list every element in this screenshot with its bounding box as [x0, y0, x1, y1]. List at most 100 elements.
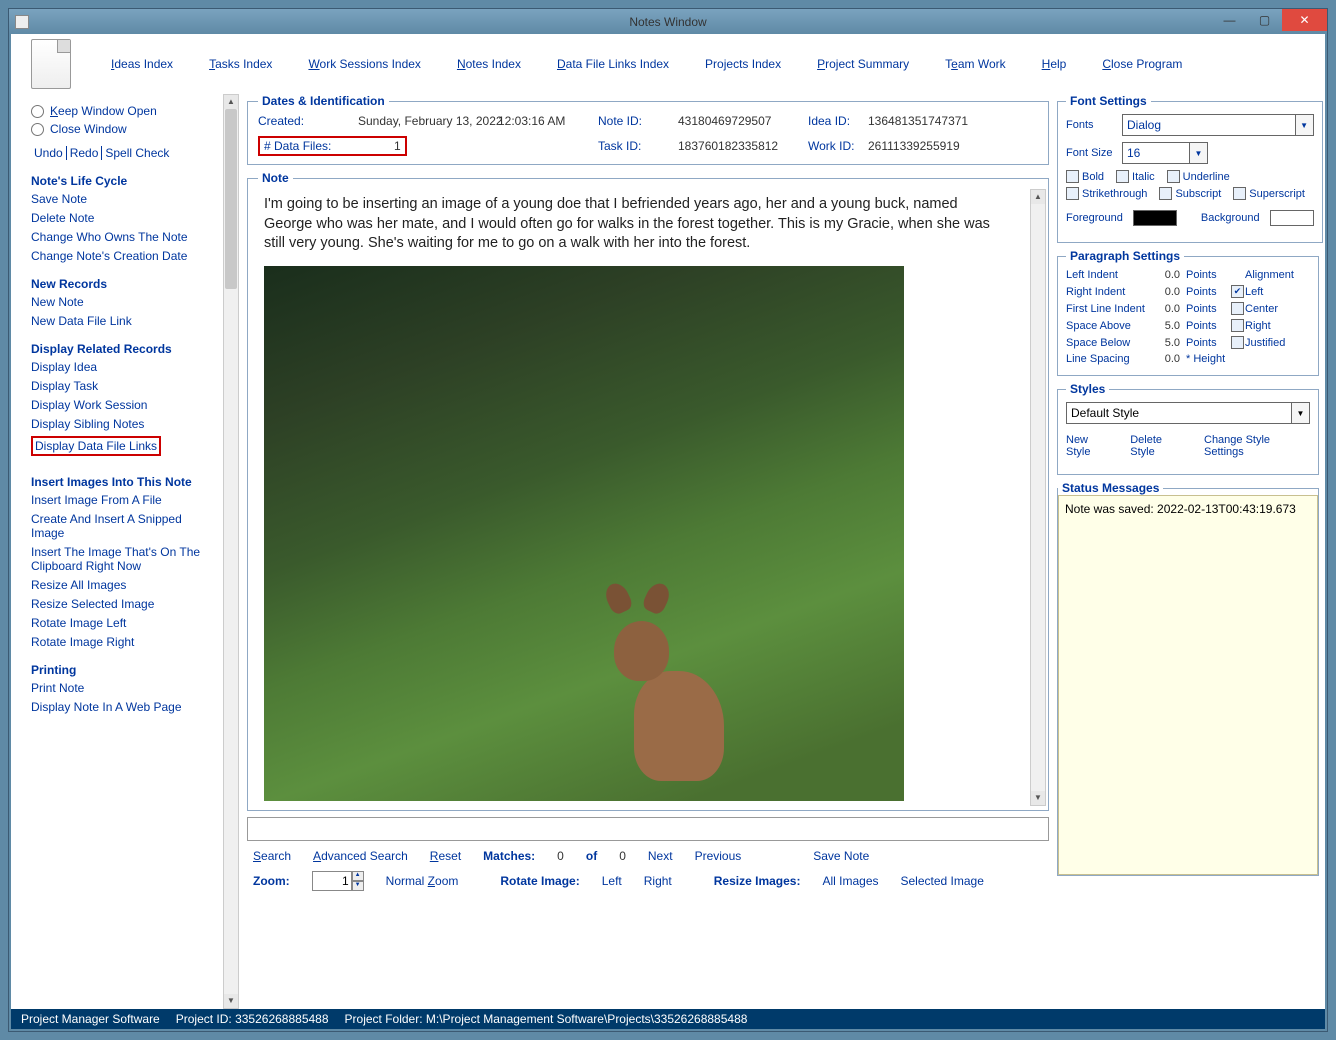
change-owner-link[interactable]: Change Who Owns The Note — [31, 230, 217, 244]
menu-project-summary[interactable]: Project Summary — [817, 57, 909, 71]
styles-combo[interactable]: Default Style▼ — [1066, 402, 1310, 424]
idea-id-label: Idea ID: — [808, 114, 868, 128]
styles-fieldset: Styles Default Style▼ New Style Delete S… — [1057, 382, 1319, 475]
save-note-link[interactable]: Save Note — [31, 192, 217, 206]
created-time: 12:03:16 AM — [498, 114, 598, 128]
note-image[interactable] — [264, 266, 904, 801]
display-task-link[interactable]: Display Task — [31, 379, 217, 393]
foreground-label: Foreground — [1066, 212, 1123, 224]
background-label: Background — [1201, 212, 1260, 224]
search-input[interactable] — [247, 817, 1049, 841]
app-name: Project Manager Software — [21, 1012, 160, 1026]
new-data-file-link[interactable]: New Data File Link — [31, 314, 217, 328]
subscript-checkbox[interactable] — [1159, 187, 1172, 200]
zoom-input[interactable] — [312, 871, 352, 891]
advanced-search-link[interactable]: Advanced Search — [313, 849, 408, 863]
close-window-radio[interactable] — [31, 123, 44, 136]
normal-zoom-link[interactable]: Normal Zoom — [386, 874, 459, 888]
menu-team-work[interactable]: Team Work — [945, 57, 1005, 71]
menu-ideas-index[interactable]: Ideas Index — [111, 57, 173, 71]
rotate-left-link[interactable]: Rotate Image Left — [31, 616, 217, 630]
task-id-value: 183760182335812 — [678, 139, 808, 153]
menubar: Ideas Index Tasks Index Work Sessions In… — [11, 34, 1325, 94]
menu-projects-index[interactable]: Projects Index — [705, 57, 781, 71]
undo-link[interactable]: Undo — [31, 146, 67, 160]
zoom-down-icon[interactable]: ▼ — [352, 881, 364, 891]
chevron-down-icon[interactable]: ▼ — [1291, 403, 1309, 423]
align-justified-checkbox[interactable] — [1231, 336, 1244, 349]
align-right-checkbox[interactable] — [1231, 319, 1244, 332]
insert-snipped-link[interactable]: Create And Insert A Snipped Image — [31, 512, 217, 540]
display-sibling-notes-link[interactable]: Display Sibling Notes — [31, 417, 217, 431]
menu-work-sessions-index[interactable]: Work Sessions Index — [308, 57, 421, 71]
new-note-link[interactable]: New Note — [31, 295, 217, 309]
search-link[interactable]: Search — [253, 849, 291, 863]
print-note-link[interactable]: Print Note — [31, 681, 217, 695]
chevron-down-icon[interactable]: ▼ — [1189, 143, 1207, 163]
align-left-checkbox[interactable]: ✔ — [1231, 285, 1244, 298]
foreground-swatch[interactable] — [1133, 210, 1177, 226]
font-size-combo[interactable]: 16▼ — [1122, 142, 1208, 164]
rotate-right-link[interactable]: Rotate Image Right — [31, 635, 217, 649]
main-panel: Dates & Identification Created: Sunday, … — [239, 94, 1057, 1009]
display-web-link[interactable]: Display Note In A Web Page — [31, 700, 217, 714]
display-work-session-link[interactable]: Display Work Session — [31, 398, 217, 412]
display-data-file-links-link[interactable]: Display Data File Links — [35, 439, 157, 453]
resize-selected-link[interactable]: Resize Selected Image — [31, 597, 217, 611]
italic-checkbox[interactable] — [1116, 170, 1129, 183]
keep-window-open-radio[interactable] — [31, 105, 44, 118]
delete-style-link[interactable]: Delete Style — [1130, 434, 1188, 458]
note-text[interactable]: I'm going to be inserting an image of a … — [258, 191, 1038, 258]
display-idea-link[interactable]: Display Idea — [31, 360, 217, 374]
zoom-up-icon[interactable]: ▲ — [352, 871, 364, 881]
background-swatch[interactable] — [1270, 210, 1314, 226]
close-window-label[interactable]: Close Window — [50, 122, 127, 136]
display-related-heading: Display Related Records — [31, 342, 217, 356]
rotate-left-btn[interactable]: Left — [602, 874, 622, 888]
scroll-down-icon[interactable]: ▼ — [224, 994, 238, 1008]
resize-all-link[interactable]: Resize All Images — [31, 578, 217, 592]
menu-notes-index[interactable]: Notes Index — [457, 57, 521, 71]
menu-help[interactable]: Help — [1042, 57, 1067, 71]
scroll-up-icon[interactable]: ▲ — [224, 95, 238, 109]
fonts-combo[interactable]: Dialog▼ — [1122, 114, 1314, 136]
bold-checkbox[interactable] — [1066, 170, 1079, 183]
strike-checkbox[interactable] — [1066, 187, 1079, 200]
superscript-checkbox[interactable] — [1233, 187, 1246, 200]
new-records-heading: New Records — [31, 277, 217, 291]
close-button[interactable]: ✕ — [1282, 9, 1327, 31]
change-date-link[interactable]: Change Note's Creation Date — [31, 249, 217, 263]
maximize-button[interactable]: ▢ — [1247, 9, 1282, 31]
underline-checkbox[interactable] — [1167, 170, 1180, 183]
note-scrollbar[interactable]: ▲ ▼ — [1030, 189, 1046, 806]
align-center-checkbox[interactable] — [1231, 302, 1244, 315]
insert-clipboard-link[interactable]: Insert The Image That's On The Clipboard… — [31, 545, 217, 573]
reset-link[interactable]: Reset — [430, 849, 461, 863]
life-cycle-heading: Note's Life Cycle — [31, 174, 217, 188]
created-date: Sunday, February 13, 2022 — [358, 114, 498, 128]
selected-image-btn[interactable]: Selected Image — [901, 874, 984, 888]
chevron-down-icon[interactable]: ▼ — [1295, 115, 1313, 135]
matches-label: Matches: — [483, 849, 535, 863]
spell-check-link[interactable]: Spell Check — [102, 146, 172, 160]
minimize-button[interactable]: — — [1212, 9, 1247, 31]
new-style-link[interactable]: New Style — [1066, 434, 1114, 458]
scroll-thumb[interactable] — [225, 109, 237, 289]
menu-tasks-index[interactable]: Tasks Index — [209, 57, 272, 71]
work-id-label: Work ID: — [808, 139, 868, 153]
change-style-link[interactable]: Change Style Settings — [1204, 434, 1310, 458]
menu-close-program[interactable]: Close Program — [1102, 57, 1182, 71]
font-legend: Font Settings — [1066, 94, 1151, 108]
delete-note-link[interactable]: Delete Note — [31, 211, 217, 225]
all-images-btn[interactable]: All Images — [822, 874, 878, 888]
rotate-right-btn[interactable]: Right — [644, 874, 672, 888]
menu-data-file-links-index[interactable]: Data File Links Index — [557, 57, 669, 71]
sidebar-scrollbar[interactable]: ▲ ▼ — [223, 94, 239, 1009]
insert-from-file-link[interactable]: Insert Image From A File — [31, 493, 217, 507]
previous-link[interactable]: Previous — [695, 849, 742, 863]
next-link[interactable]: Next — [648, 849, 673, 863]
save-note-link2[interactable]: Save Note — [813, 849, 869, 863]
keep-window-open-label[interactable]: Keep Window Open — [50, 104, 157, 118]
project-folder: M:\Project Management Software\Projects\… — [423, 1012, 748, 1026]
redo-link[interactable]: Redo — [67, 146, 103, 160]
